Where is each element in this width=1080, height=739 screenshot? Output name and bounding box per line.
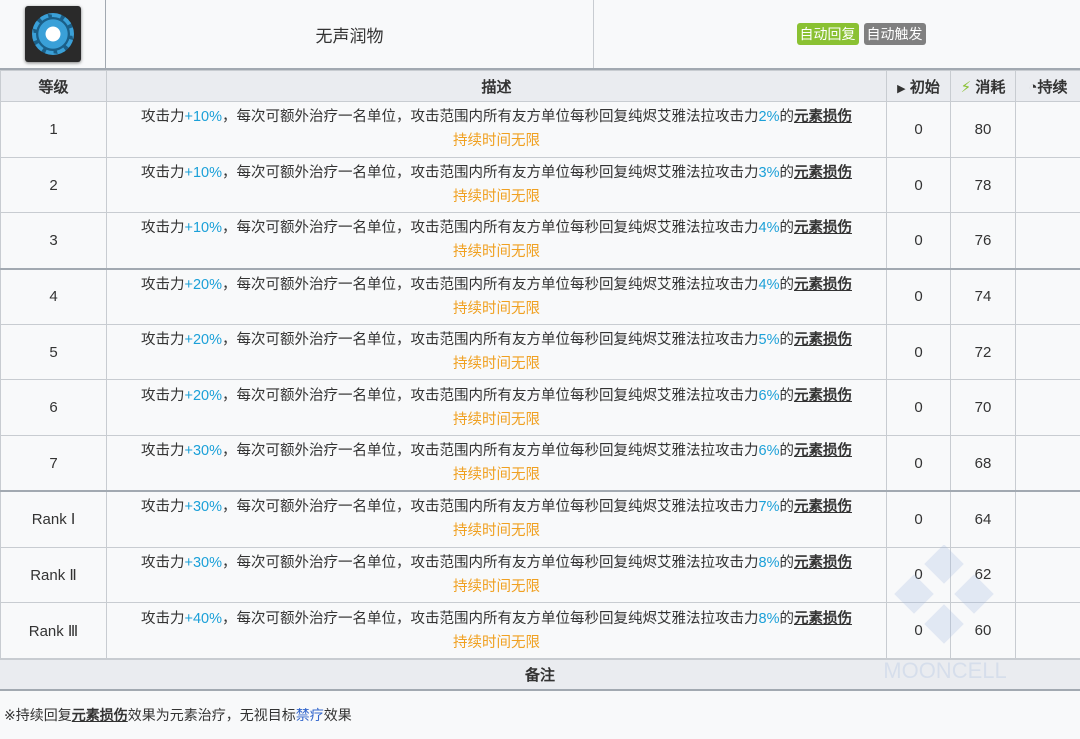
description-cell: 攻击力+30%，每次可额外治疗一名单位，攻击范围内所有友方单位每秒回复纯烬艾雅法… [107, 436, 887, 492]
level-cell: Rank Ⅲ [1, 603, 107, 659]
description-cell: 攻击力+30%，每次可额外治疗一名单位，攻击范围内所有友方单位每秒回复纯烬艾雅法… [107, 491, 887, 547]
cost-cell: 80 [951, 102, 1016, 158]
header-duration: ◔持续 [1016, 71, 1080, 102]
header-level: 等级 [1, 71, 107, 102]
description-cell: 攻击力+10%，每次可额外治疗一名单位，攻击范围内所有友方单位每秒回复纯烬艾雅法… [107, 213, 887, 269]
elemental-damage-link[interactable]: 元素损伤 [794, 388, 852, 404]
table-row: 6 攻击力+20%，每次可额外治疗一名单位，攻击范围内所有友方单位每秒回复纯烬艾… [1, 380, 1080, 436]
elemental-damage-link[interactable]: 元素损伤 [794, 499, 852, 515]
skill-icon [25, 6, 81, 62]
initial-cell: 0 [887, 324, 951, 380]
initial-cell: 0 [887, 603, 951, 659]
level-cell: 1 [1, 102, 107, 158]
level-cell: 6 [1, 380, 107, 436]
duration-cell [1016, 102, 1080, 158]
description-cell: 攻击力+10%，每次可额外治疗一名单位，攻击范围内所有友方单位每秒回复纯烬艾雅法… [107, 102, 887, 158]
cost-cell: 72 [951, 324, 1016, 380]
elemental-damage-link[interactable]: 元素损伤 [794, 165, 852, 181]
elemental-damage-link[interactable]: 元素损伤 [794, 109, 852, 125]
description-cell: 攻击力+40%，每次可额外治疗一名单位，攻击范围内所有友方单位每秒回复纯烬艾雅法… [107, 603, 887, 659]
table-row: 3 攻击力+10%，每次可额外治疗一名单位，攻击范围内所有友方单位每秒回复纯烬艾… [1, 213, 1080, 269]
initial-cell: 0 [887, 157, 951, 213]
notes-text: ※持续回复元素损伤效果为元素治疗，无视目标禁疗效果 [0, 691, 1080, 739]
duration-cell [1016, 436, 1080, 492]
initial-cell: 0 [887, 547, 951, 603]
cost-cell: 70 [951, 380, 1016, 436]
initial-cell: 0 [887, 102, 951, 158]
skill-icon-cell [0, 0, 106, 68]
header-initial: ▶ 初始 [887, 71, 951, 102]
notes-header: 备注 [0, 659, 1080, 691]
elemental-damage-link[interactable]: 元素损伤 [72, 707, 128, 723]
description-cell: 攻击力+20%，每次可额外治疗一名单位，攻击范围内所有友方单位每秒回复纯烬艾雅法… [107, 380, 887, 436]
description-cell: 攻击力+10%，每次可额外治疗一名单位，攻击范围内所有友方单位每秒回复纯烬艾雅法… [107, 157, 887, 213]
cost-cell: 74 [951, 269, 1016, 325]
play-icon: ▶ [897, 83, 905, 95]
elemental-damage-link[interactable]: 元素损伤 [794, 555, 852, 571]
table-row: Rank Ⅲ 攻击力+40%，每次可额外治疗一名单位，攻击范围内所有友方单位每秒… [1, 603, 1080, 659]
description-cell: 攻击力+20%，每次可额外治疗一名单位，攻击范围内所有友方单位每秒回复纯烬艾雅法… [107, 269, 887, 325]
level-cell: 2 [1, 157, 107, 213]
header-cost: ⚡ 消耗 [951, 71, 1016, 102]
duration-cell [1016, 213, 1080, 269]
duration-cell [1016, 324, 1080, 380]
table-row: Rank Ⅰ 攻击力+30%，每次可额外治疗一名单位，攻击范围内所有友方单位每秒… [1, 491, 1080, 547]
level-cell: 7 [1, 436, 107, 492]
duration-cell [1016, 269, 1080, 325]
tag-auto-trigger: 自动触发 [864, 23, 926, 45]
table-row: 2 攻击力+10%，每次可额外治疗一名单位，攻击范围内所有友方单位每秒回复纯烬艾… [1, 157, 1080, 213]
table-row: 5 攻击力+20%，每次可额外治疗一名单位，攻击范围内所有友方单位每秒回复纯烬艾… [1, 324, 1080, 380]
level-cell: 4 [1, 269, 107, 325]
cost-cell: 78 [951, 157, 1016, 213]
tag-auto-recovery: 自动回复 [797, 23, 859, 45]
initial-cell: 0 [887, 491, 951, 547]
level-cell: Rank Ⅱ [1, 547, 107, 603]
cost-cell: 76 [951, 213, 1016, 269]
description-cell: 攻击力+20%，每次可额外治疗一名单位，攻击范围内所有友方单位每秒回复纯烬艾雅法… [107, 324, 887, 380]
elemental-damage-link[interactable]: 元素损伤 [794, 220, 852, 236]
lightning-icon: ⚡ [961, 79, 972, 96]
level-cell: 5 [1, 324, 107, 380]
duration-cell [1016, 157, 1080, 213]
table-row: 7 攻击力+30%，每次可额外治疗一名单位，攻击范围内所有友方单位每秒回复纯烬艾… [1, 436, 1080, 492]
skill-header: 无声润物 自动回复 自动触发 [0, 0, 1080, 70]
elemental-damage-link[interactable]: 元素损伤 [794, 611, 852, 627]
initial-cell: 0 [887, 436, 951, 492]
skill-name: 无声润物 [106, 0, 594, 68]
cost-cell: 64 [951, 491, 1016, 547]
duration-cell [1016, 547, 1080, 603]
skill-tags: 自动回复 自动触发 [594, 0, 1080, 68]
header-desc: 描述 [107, 71, 887, 102]
table-row: Rank Ⅱ 攻击力+30%，每次可额外治疗一名单位，攻击范围内所有友方单位每秒… [1, 547, 1080, 603]
elemental-damage-link[interactable]: 元素损伤 [794, 332, 852, 348]
level-cell: 3 [1, 213, 107, 269]
initial-cell: 0 [887, 269, 951, 325]
cost-cell: 68 [951, 436, 1016, 492]
skill-level-table: 等级 描述 ▶ 初始 ⚡ 消耗 ◔持续 1 攻击力+10%，每次可额外治疗一名单… [0, 70, 1080, 659]
elemental-damage-link[interactable]: 元素损伤 [794, 277, 852, 293]
table-row: 1 攻击力+10%，每次可额外治疗一名单位，攻击范围内所有友方单位每秒回复纯烬艾… [1, 102, 1080, 158]
elemental-damage-link[interactable]: 元素损伤 [794, 443, 852, 459]
cost-cell: 62 [951, 547, 1016, 603]
heal-ban-link[interactable]: 禁疗 [296, 707, 324, 723]
table-row: 4 攻击力+20%，每次可额外治疗一名单位，攻击范围内所有友方单位每秒回复纯烬艾… [1, 269, 1080, 325]
level-cell: Rank Ⅰ [1, 491, 107, 547]
initial-cell: 0 [887, 380, 951, 436]
duration-cell [1016, 603, 1080, 659]
duration-cell [1016, 380, 1080, 436]
description-cell: 攻击力+30%，每次可额外治疗一名单位，攻击范围内所有友方单位每秒回复纯烬艾雅法… [107, 547, 887, 603]
clock-icon: ◔ [1028, 79, 1037, 96]
initial-cell: 0 [887, 213, 951, 269]
cost-cell: 60 [951, 603, 1016, 659]
duration-cell [1016, 491, 1080, 547]
